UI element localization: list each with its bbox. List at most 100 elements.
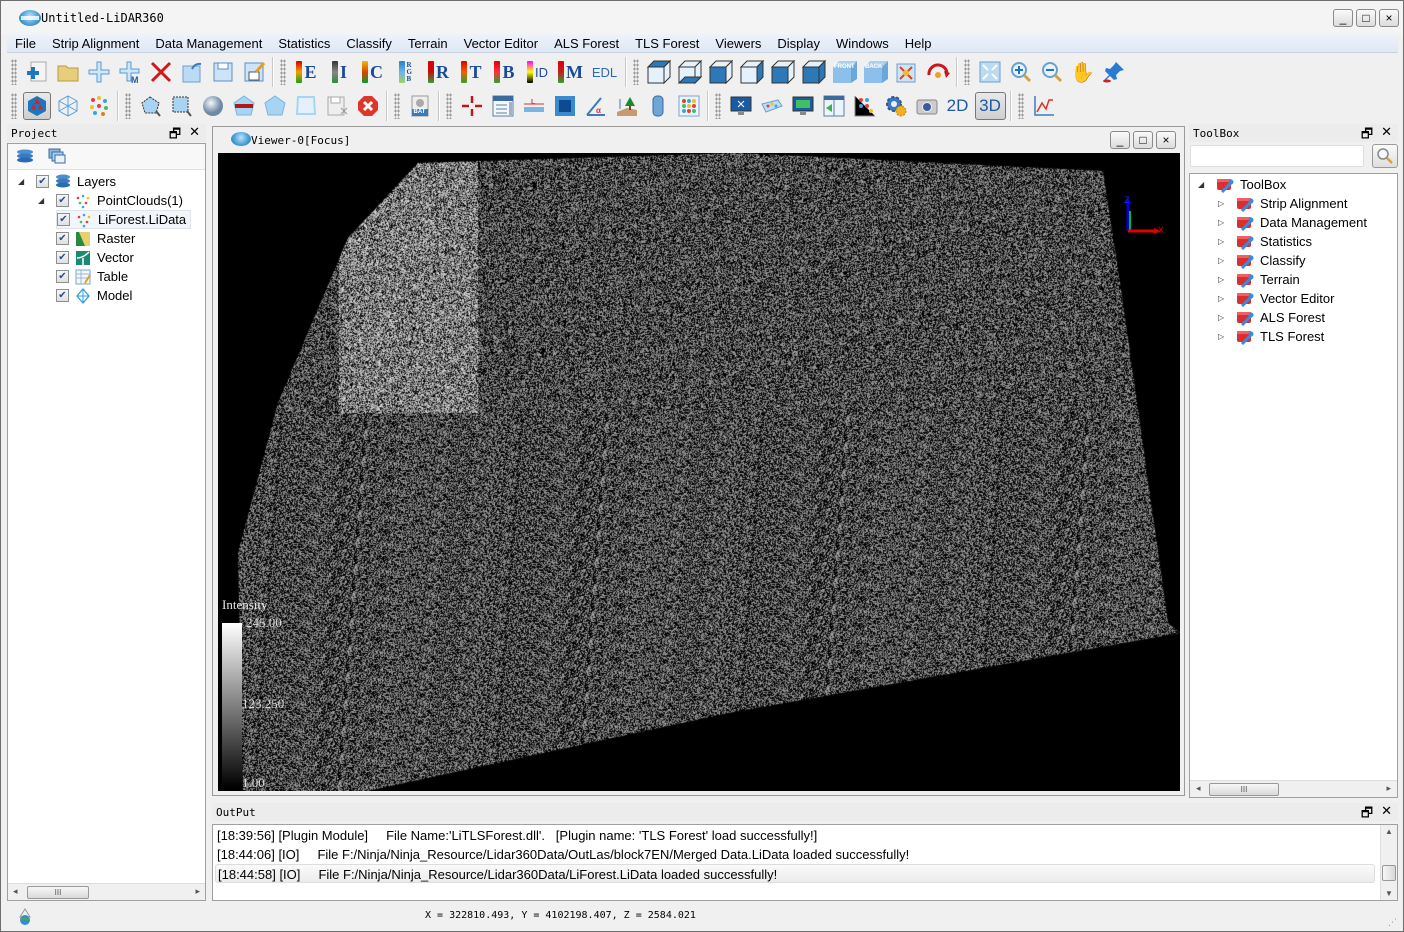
cancel-select-icon[interactable] [354, 92, 382, 120]
color-by-rgb-button[interactable]: RGB [391, 58, 421, 86]
toolbar-grip[interactable] [633, 59, 639, 85]
toolbox-item[interactable]: ▷ Statistics [1218, 232, 1312, 251]
open-folder-icon[interactable] [54, 58, 82, 86]
project-horizontal-scrollbar[interactable]: ◂ III ▸ [8, 883, 205, 900]
windows-stack-icon[interactable] [48, 148, 66, 167]
view-front-icon[interactable]: FRONT [831, 58, 859, 86]
export-icon[interactable] [178, 58, 206, 86]
toolbar-grip[interactable] [11, 59, 17, 85]
expand-arrow-icon[interactable]: ▷ [1218, 294, 1228, 303]
measure-length-icon[interactable]: L [520, 92, 548, 120]
scroll-left-icon[interactable]: ◂ [1196, 783, 1201, 794]
expand-arrow-icon[interactable]: ◢ [18, 177, 28, 186]
layer-visibility-checkbox[interactable]: ✔ [56, 251, 69, 264]
project-tree-item[interactable]: ✔ Table [38, 267, 128, 286]
viewer-maximize-button[interactable]: □ [1133, 131, 1153, 149]
point-cloud-render[interactable] [218, 153, 1180, 791]
float-panel-icon[interactable]: 🗗 [1361, 804, 1373, 826]
project-tree-item[interactable]: ◢ ✔ Layers [18, 172, 116, 191]
menu-viewers[interactable]: Viewers [707, 36, 769, 51]
measure-height-icon[interactable] [613, 92, 641, 120]
color-by-return-button[interactable]: R [424, 58, 454, 86]
menu-display[interactable]: Display [769, 36, 828, 51]
scroll-down-icon[interactable]: ▼ [1385, 889, 1393, 898]
scroll-up-icon[interactable]: ▲ [1385, 827, 1393, 836]
toolbox-item[interactable]: ▷ Classify [1218, 251, 1306, 270]
color-by-classification-button[interactable]: C [358, 58, 388, 86]
output-vertical-scrollbar[interactable]: ▲ ▼ [1380, 825, 1397, 900]
toolbar-grip[interactable] [125, 93, 131, 119]
expand-arrow-icon[interactable]: ▷ [1218, 256, 1228, 265]
toolbox-item[interactable]: ▷ ALS Forest [1218, 308, 1325, 327]
collapse-arrow-icon[interactable]: ◢ [1198, 180, 1208, 189]
zoom-extent-icon[interactable] [976, 58, 1004, 86]
view-reset-icon[interactable] [893, 58, 921, 86]
toolbox-item[interactable]: ▷ Data Management [1218, 213, 1367, 232]
pan-hand-icon[interactable]: ✋ [1069, 58, 1097, 86]
measure-area-icon[interactable] [551, 92, 579, 120]
layer-visibility-checkbox[interactable]: ✔ [56, 232, 69, 245]
menu-als-forest[interactable]: ALS Forest [546, 36, 627, 51]
scroll-thumb[interactable] [1382, 865, 1396, 881]
save-as-icon[interactable] [240, 58, 268, 86]
screenshot-camera-icon[interactable] [913, 92, 941, 120]
menu-terrain[interactable]: Terrain [400, 36, 456, 51]
toolbar-grip[interactable] [715, 93, 721, 119]
pin-icon[interactable] [1100, 58, 1128, 86]
layers-stack-icon[interactable] [16, 149, 34, 166]
layer-visibility-checkbox[interactable]: ✔ [36, 175, 49, 188]
class-settings-icon[interactable] [851, 92, 879, 120]
profile-chart-icon[interactable] [1030, 92, 1058, 120]
menu-statistics[interactable]: Statistics [270, 36, 338, 51]
expand-arrow-icon[interactable]: ▷ [1218, 275, 1228, 284]
layer-visibility-checkbox[interactable]: ✔ [57, 213, 70, 226]
project-tree-item[interactable]: ✔ Raster [38, 229, 135, 248]
layer-visibility-checkbox[interactable]: ✔ [56, 270, 69, 283]
color-by-elevation-button[interactable]: E [292, 58, 322, 86]
layer-visibility-checkbox[interactable]: ✔ [56, 289, 69, 302]
colored-points-icon[interactable] [85, 92, 113, 120]
close-button[interactable]: × [1379, 9, 1399, 27]
project-tree-item[interactable]: ✔ Vector [38, 248, 134, 267]
color-by-blend-button[interactable]: B [490, 58, 520, 86]
menu-windows[interactable]: Windows [828, 36, 897, 51]
zoom-out-icon[interactable] [1038, 58, 1066, 86]
crosshair-pick-icon[interactable] [458, 92, 486, 120]
viewer-close-button[interactable]: × [1156, 131, 1176, 149]
polygon-select-icon[interactable] [137, 92, 165, 120]
menu-strip-alignment[interactable]: Strip Alignment [44, 36, 147, 51]
add-data-icon[interactable] [85, 58, 113, 86]
view-top-icon[interactable] [645, 58, 673, 86]
add-multiple-data-icon[interactable]: M [116, 58, 144, 86]
new-project-icon[interactable] [23, 58, 51, 86]
view-left-icon[interactable] [707, 58, 735, 86]
clear-select-icon[interactable] [292, 92, 320, 120]
float-panel-icon[interactable]: 🗗 [1361, 125, 1373, 147]
zoom-in-icon[interactable] [1007, 58, 1035, 86]
save-selection-icon[interactable] [323, 92, 351, 120]
toolbar-grip[interactable] [1018, 93, 1024, 119]
sphere-select-icon[interactable] [199, 92, 227, 120]
minimize-button[interactable]: _ [1333, 9, 1353, 27]
toolbox-item[interactable]: ▷ Vector Editor [1218, 289, 1334, 308]
maximize-button[interactable]: □ [1356, 9, 1376, 27]
rectangle-select-icon[interactable] [168, 92, 196, 120]
output-log-line[interactable]: [18:44:58] [IO] File F:/Ninja/Ninja_Reso… [215, 864, 1375, 883]
output-log-line[interactable]: [18:39:56] [Plugin Module] File Name:'Li… [217, 826, 1377, 845]
viewer-minimize-button[interactable]: _ [1110, 131, 1130, 149]
mode-2d-button[interactable]: 2D [944, 92, 972, 120]
layer-visibility-checkbox[interactable]: ✔ [56, 194, 69, 207]
point-cloud-profile-icon[interactable] [758, 92, 786, 120]
toolbox-search-input[interactable] [1190, 145, 1364, 167]
expand-arrow-icon[interactable]: ▷ [1218, 237, 1228, 246]
color-by-mixed-button[interactable]: M [556, 58, 586, 86]
expand-arrow-icon[interactable]: ◢ [38, 196, 48, 205]
scroll-thumb[interactable]: III [1209, 783, 1279, 796]
toolbox-item[interactable]: ▷ Strip Alignment [1218, 194, 1347, 213]
expand-arrow-icon[interactable]: ▷ [1218, 332, 1228, 341]
batch-process-icon[interactable]: BAT [406, 92, 434, 120]
view-back-face-icon[interactable] [800, 58, 828, 86]
toolbox-item[interactable]: ▷ TLS Forest [1218, 327, 1324, 346]
menu-classify[interactable]: Classify [338, 36, 400, 51]
scroll-right-icon[interactable]: ▸ [195, 886, 200, 897]
